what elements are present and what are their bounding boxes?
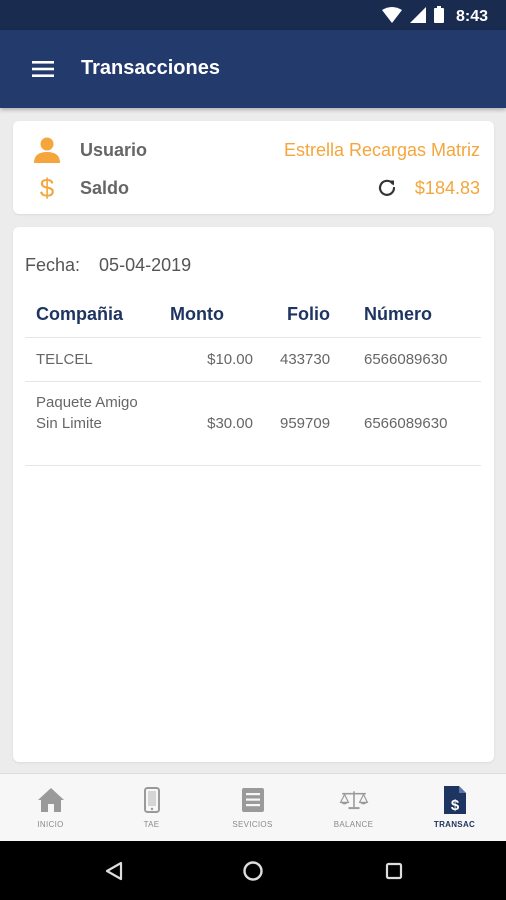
nav-label: SEVICIOS (232, 820, 273, 829)
date-row: Fecha: 05-04-2019 (25, 255, 191, 276)
back-icon[interactable] (102, 859, 126, 883)
column-header-folio: Folio (287, 304, 330, 324)
column-header-amount: Monto (170, 304, 224, 324)
status-bar: 8:43 (0, 0, 506, 30)
cell-company: Paquete Amigo Sin Limite (36, 394, 138, 432)
app-bar: Transacciones (0, 30, 506, 108)
svg-text:$: $ (450, 797, 459, 814)
nav-item-tae[interactable]: TAE (101, 774, 202, 842)
nav-label: INICIO (37, 820, 64, 829)
user-icon (33, 136, 61, 164)
cell-number: 6566089630 (364, 351, 448, 368)
dollar-icon: $ (33, 174, 61, 202)
battery-icon (433, 6, 444, 28)
page-title: Transacciones (81, 57, 220, 79)
nav-item-inicio[interactable]: INICIO (0, 774, 101, 842)
nav-item-transac[interactable]: $ TRANSAC (404, 774, 505, 842)
nav-item-servicios[interactable]: SEVICIOS (202, 774, 303, 842)
cell-folio: 433730 (280, 351, 331, 368)
table-row: Paquete Amigo Sin Limite $30.00 959709 6… (25, 382, 481, 466)
invoice-dollar-icon: $ (440, 786, 470, 814)
account-card: Usuario Estrella Recargas Matriz $ Saldo… (13, 121, 494, 214)
status-icons: 8:43 (381, 6, 488, 28)
nav-label: BALANCE (333, 820, 374, 829)
svg-text:$: $ (40, 174, 55, 202)
balance-row: $ Saldo $184.83 (13, 171, 494, 205)
scale-icon (339, 786, 369, 814)
bottom-navigation: INICIO TAE SEVICIOS BALANCE $ TRANSAC (0, 773, 506, 841)
balance-label: Saldo (80, 178, 130, 198)
column-header-number: Número (364, 304, 433, 324)
wifi-icon (381, 6, 402, 28)
phone-icon (137, 786, 167, 814)
status-time: 8:43 (455, 8, 488, 25)
refresh-icon[interactable] (376, 177, 398, 199)
nav-label: TAE (143, 820, 160, 829)
cell-company: TELCEL (36, 351, 93, 368)
cell-folio: 959709 (280, 415, 331, 432)
nav-label: TRANSAC (433, 820, 476, 829)
date-label: Fecha: (25, 255, 81, 275)
user-label: Usuario (80, 140, 148, 160)
cell-amount: $30.00 (207, 415, 253, 432)
user-row: Usuario Estrella Recargas Matriz (13, 133, 494, 167)
table-row: TELCEL $10.00 433730 6566089630 (25, 338, 481, 382)
home-icon (36, 786, 66, 814)
transactions-card: Fecha: 05-04-2019 Compañia Monto Folio N… (13, 227, 494, 762)
user-value: Estrella Recargas Matriz (283, 140, 480, 160)
table-header: Compañia Monto Folio Número (25, 298, 481, 338)
list-icon (238, 786, 268, 814)
hamburger-menu-icon[interactable] (26, 55, 60, 83)
nav-item-balance[interactable]: BALANCE (303, 774, 404, 842)
balance-value: $184.83 (414, 178, 480, 198)
cell-amount: $10.00 (207, 351, 253, 368)
cell-signal-icon (409, 6, 426, 28)
column-header-company: Compañia (36, 304, 124, 324)
recents-icon[interactable] (382, 859, 406, 883)
home-circle-icon[interactable] (241, 859, 265, 883)
cell-number: 6566089630 (364, 415, 448, 432)
date-value: 05-04-2019 (99, 255, 192, 275)
system-navigation-bar (0, 841, 506, 900)
